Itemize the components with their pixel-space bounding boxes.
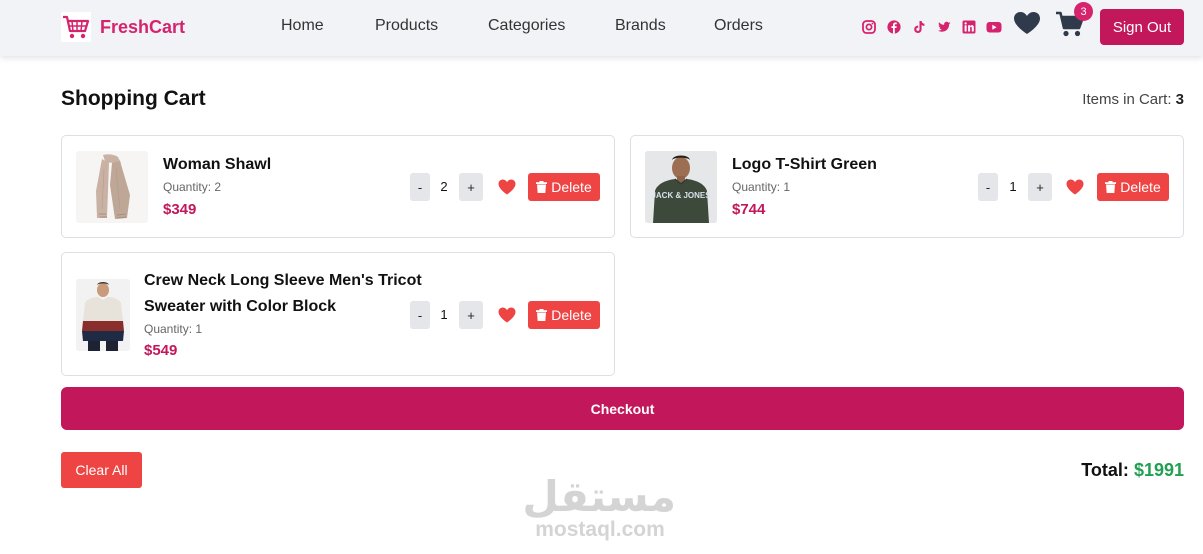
decrease-quantity-button[interactable]: - bbox=[978, 173, 998, 201]
product-price: $349 bbox=[163, 201, 197, 218]
twitter-icon[interactable] bbox=[936, 19, 952, 35]
brand-logo[interactable]: FreshCart bbox=[60, 11, 185, 43]
page-title: Shopping Cart bbox=[61, 87, 206, 110]
wishlist-heart-icon[interactable] bbox=[1013, 11, 1041, 35]
nav-categories[interactable]: Categories bbox=[488, 17, 565, 35]
nav-products[interactable]: Products bbox=[375, 17, 438, 35]
total-amount: $1991 bbox=[1133, 460, 1184, 480]
facebook-icon[interactable] bbox=[886, 19, 902, 35]
increase-quantity-button[interactable]: + bbox=[459, 173, 483, 201]
increase-quantity-button[interactable]: + bbox=[1028, 173, 1052, 201]
delete-label: Delete bbox=[551, 179, 592, 195]
product-quantity: Quantity: 1 bbox=[732, 180, 791, 194]
items-in-cart-count: 3 bbox=[1175, 91, 1184, 108]
cart-item-card: Crew Neck Long Sleeve Men's Tricot Sweat… bbox=[61, 252, 615, 376]
product-image-shawl bbox=[76, 151, 148, 223]
brand-name: FreshCart bbox=[100, 16, 186, 37]
youtube-icon[interactable] bbox=[986, 19, 1002, 35]
quantity-value: 1 bbox=[1009, 179, 1017, 194]
watermark: مستقل mostaql.com bbox=[522, 472, 676, 541]
cart-total: Total: $1991 bbox=[1081, 460, 1184, 481]
watermark-arabic: مستقل bbox=[522, 472, 676, 521]
watermark-latin: mostaql.com bbox=[535, 518, 665, 541]
quantity-value: 2 bbox=[440, 179, 448, 194]
product-image-tshirt: JACK & JONES bbox=[645, 151, 717, 223]
favorite-heart-icon[interactable] bbox=[1066, 178, 1084, 196]
clear-all-button[interactable]: Clear All bbox=[61, 452, 142, 488]
product-image-sweater bbox=[76, 279, 130, 351]
nav-orders[interactable]: Orders bbox=[714, 17, 763, 35]
tiktok-icon[interactable] bbox=[911, 19, 927, 35]
product-quantity: Quantity: 1 bbox=[144, 322, 203, 336]
product-name[interactable]: Crew Neck Long Sleeve Men's Tricot Sweat… bbox=[144, 268, 424, 320]
product-name[interactable]: Woman Shawl bbox=[163, 152, 271, 178]
checkout-button[interactable]: Checkout bbox=[61, 387, 1184, 430]
cart-item-card: Woman Shawl Quantity: 2 $349 - 2 + Delet… bbox=[61, 135, 615, 238]
instagram-icon[interactable] bbox=[861, 19, 877, 35]
linkedin-icon[interactable] bbox=[961, 19, 977, 35]
product-name[interactable]: Logo T-Shirt Green bbox=[732, 152, 877, 178]
shopping-cart-icon bbox=[61, 12, 91, 42]
product-price: $744 bbox=[732, 201, 766, 218]
favorite-heart-icon[interactable] bbox=[498, 306, 516, 324]
delete-label: Delete bbox=[551, 307, 592, 323]
tshirt-print-text: JACK & JONES bbox=[651, 191, 711, 200]
total-label: Total: bbox=[1081, 460, 1129, 480]
cart-count-badge: 3 bbox=[1074, 2, 1093, 21]
items-in-cart-label: Items in Cart: bbox=[1082, 91, 1172, 108]
social-links bbox=[861, 19, 1002, 35]
trash-icon bbox=[1105, 181, 1117, 193]
quantity-value: 1 bbox=[440, 307, 448, 322]
nav-home[interactable]: Home bbox=[281, 17, 324, 35]
sign-out-button[interactable]: Sign Out bbox=[1100, 9, 1184, 45]
trash-icon bbox=[536, 181, 548, 193]
nav-brands[interactable]: Brands bbox=[615, 17, 666, 35]
delete-button[interactable]: Delete bbox=[528, 173, 600, 201]
product-price: $549 bbox=[144, 342, 178, 359]
delete-button[interactable]: Delete bbox=[528, 301, 600, 329]
delete-button[interactable]: Delete bbox=[1097, 173, 1169, 201]
trash-icon bbox=[536, 309, 548, 321]
product-quantity: Quantity: 2 bbox=[163, 180, 222, 194]
cart-item-card: JACK & JONES Logo T-Shirt Green Quantity… bbox=[630, 135, 1184, 238]
decrease-quantity-button[interactable]: - bbox=[410, 173, 430, 201]
navbar: FreshCart Home Products Categories Brand… bbox=[0, 0, 1203, 56]
increase-quantity-button[interactable]: + bbox=[459, 301, 483, 329]
decrease-quantity-button[interactable]: - bbox=[410, 301, 430, 329]
items-in-cart: Items in Cart: 3 bbox=[1082, 91, 1184, 108]
favorite-heart-icon[interactable] bbox=[498, 178, 516, 196]
delete-label: Delete bbox=[1120, 179, 1161, 195]
